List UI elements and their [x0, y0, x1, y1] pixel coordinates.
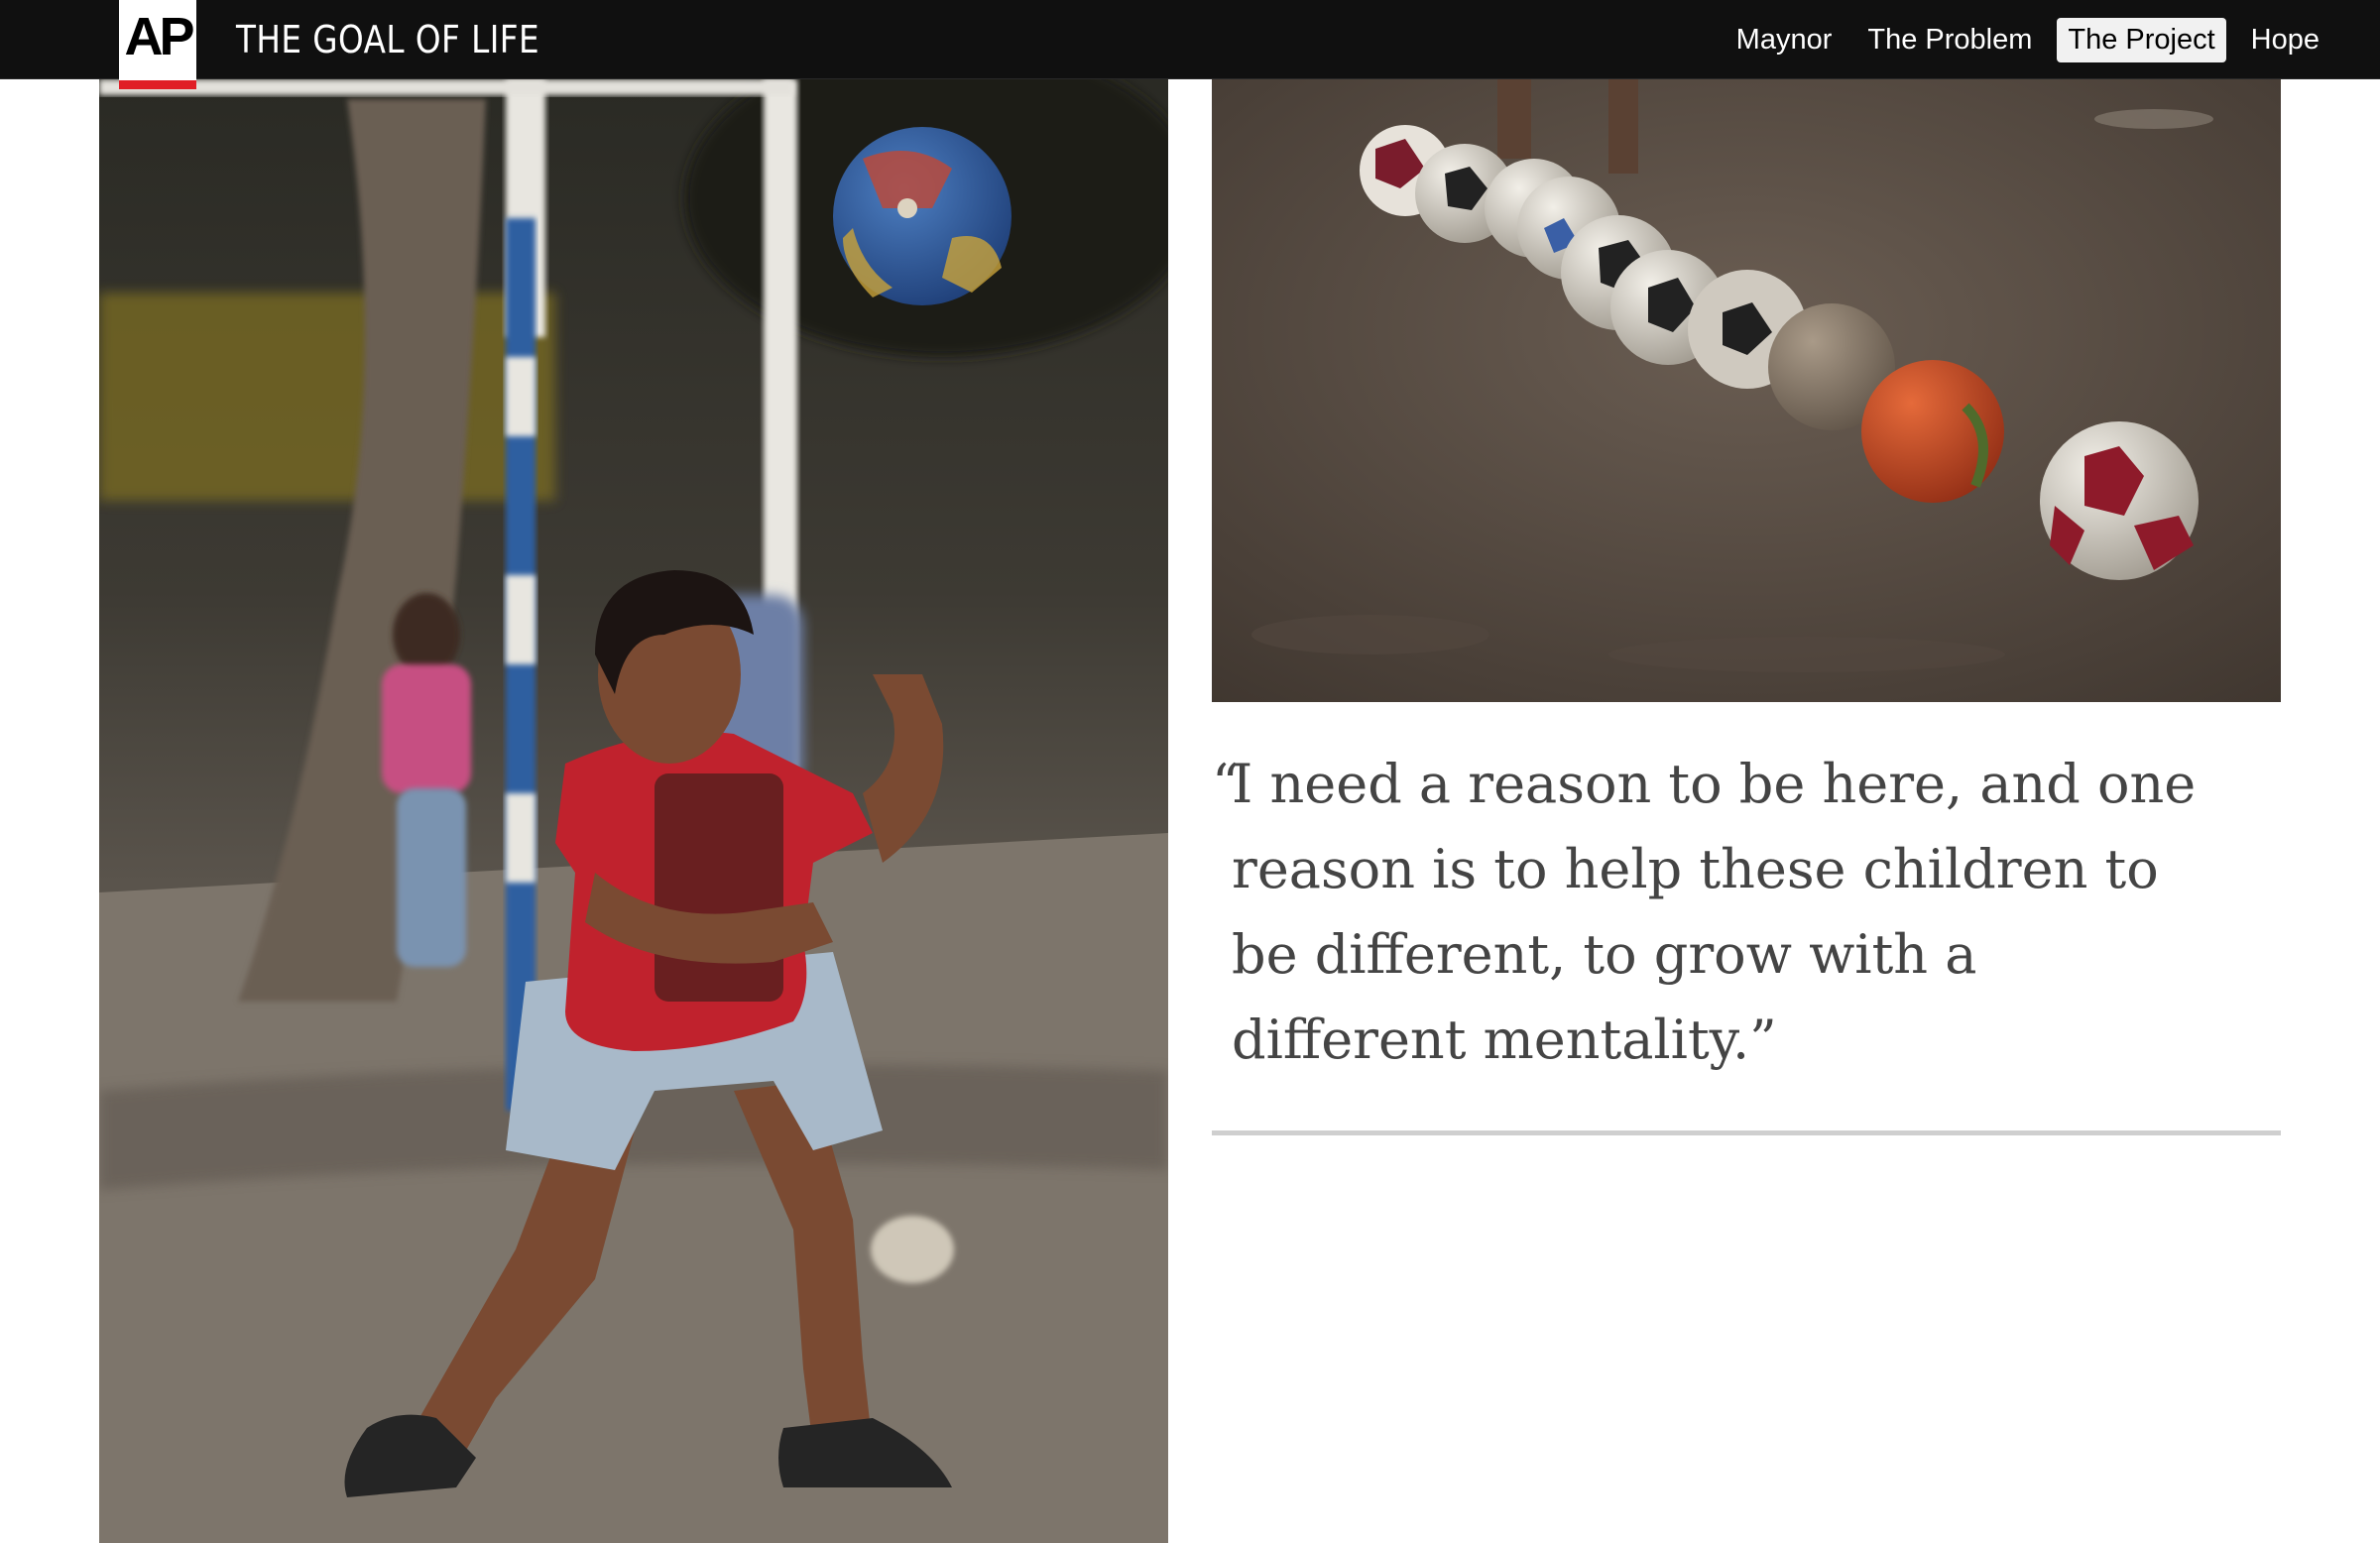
nav-item-the-project[interactable]: The Project — [2057, 17, 2226, 62]
quote-open-mark: “ — [1212, 753, 1240, 815]
site-title[interactable]: THE GOAL OF LIFE — [236, 0, 539, 79]
photo-row-of-footballs — [1212, 79, 2281, 702]
nav-item-hope[interactable]: Hope — [2240, 18, 2330, 62]
section-nav: Maynor The Problem The Project Hope — [1712, 0, 2330, 79]
pull-quote: “ I need a reason to be here, and one re… — [1212, 742, 2203, 1083]
quote-divider — [1212, 1130, 2281, 1135]
nav-item-maynor[interactable]: Maynor — [1726, 18, 1844, 62]
photo-boy-heading-ball — [99, 79, 1168, 1543]
top-navigation-bar: AP THE GOAL OF LIFE Maynor The Problem T… — [0, 0, 2380, 89]
nav-item-the-problem[interactable]: The Problem — [1856, 18, 2043, 62]
row-of-footballs-image — [1212, 79, 2281, 702]
quote-text: I need a reason to be here, and one reas… — [1232, 753, 2197, 1071]
ap-logo[interactable]: AP — [119, 0, 196, 89]
boy-heading-ball-image — [99, 79, 1168, 1543]
ap-logo-text: AP — [124, 6, 194, 66]
